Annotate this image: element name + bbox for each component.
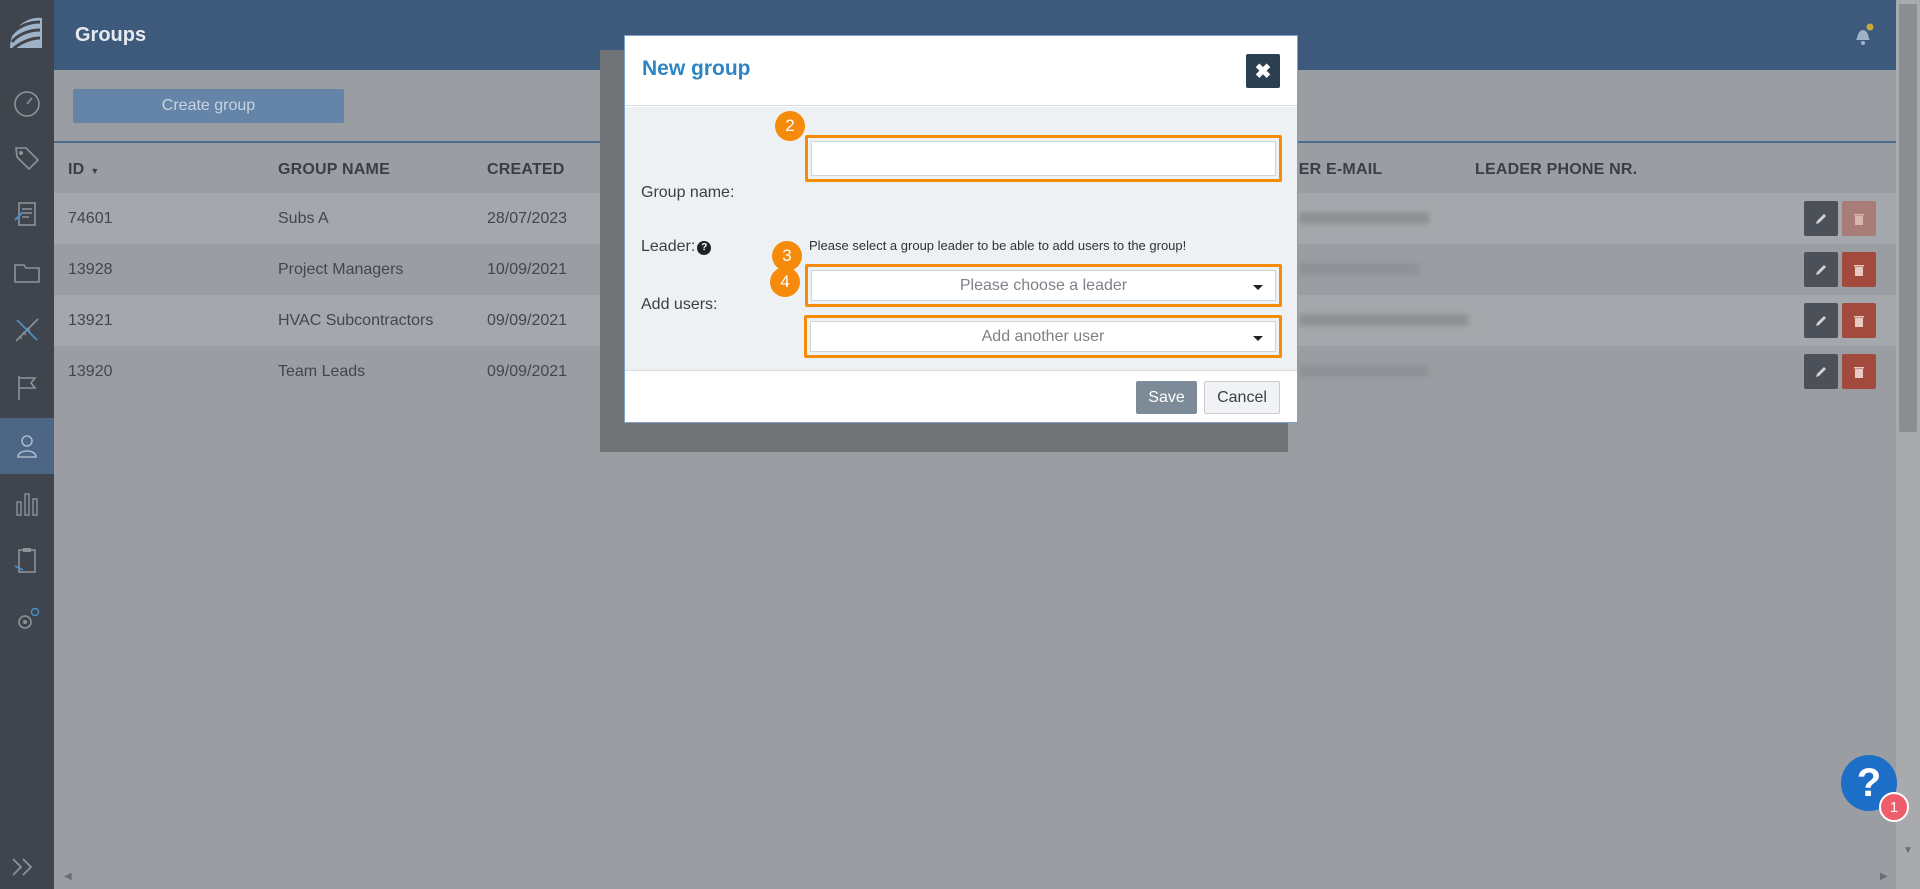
vertical-scrollbar-thumb[interactable] (1899, 4, 1917, 432)
column-header-created[interactable]: CREATED (487, 161, 565, 179)
row-id: 74601 (68, 210, 113, 227)
step-marker: 4 (770, 267, 800, 297)
add-users-label: Add users: (641, 296, 718, 313)
sidebar-item-dashboard[interactable] (0, 76, 54, 132)
column-header-id[interactable]: ID ▼ (68, 161, 100, 179)
user-icon (17, 435, 37, 458)
row-name: Subs A (278, 210, 329, 227)
notification-bell-icon[interactable] (1850, 22, 1876, 48)
leader-select[interactable]: Please choose a leader (811, 270, 1276, 301)
leader-label: Leader:? (641, 238, 712, 256)
row-email-redacted (1299, 314, 1469, 326)
dialog-header: New group ✖ (625, 36, 1297, 106)
trash-icon (1854, 366, 1864, 378)
leader-hint: Please select a group leader to be able … (809, 238, 1187, 253)
group-name-label: Group name: (641, 184, 735, 201)
sidebar-item-folders[interactable] (0, 244, 54, 300)
ruler-pencil-icon (15, 318, 39, 342)
row-id: 13921 (68, 312, 113, 329)
app-logo-icon[interactable] (4, 12, 46, 56)
notification-count-badge: 1 (1879, 792, 1909, 822)
edit-button[interactable] (1804, 252, 1838, 287)
pencil-icon (1816, 264, 1826, 275)
bar-chart-icon (16, 493, 38, 516)
add-users-select-highlight: Add another user (804, 315, 1282, 358)
dialog-title: New group (642, 57, 751, 80)
page-title: Groups (75, 24, 147, 46)
step-marker: 2 (775, 111, 805, 141)
edit-button[interactable] (1804, 303, 1838, 338)
chevron-down-icon (1253, 336, 1263, 341)
row-created: 10/09/2021 (487, 261, 568, 278)
document-icon (14, 202, 36, 226)
sidebar-item-documents[interactable] (0, 186, 54, 242)
new-group-dialog: New group ✖ Group name: 2 Leader:? Pleas… (624, 35, 1298, 423)
chevron-down-icon (1253, 285, 1263, 290)
sidebar-item-groups[interactable] (0, 418, 54, 474)
expand-sidebar-icon[interactable] (8, 852, 38, 882)
vertical-scrollbar[interactable]: ▼ (1896, 0, 1920, 889)
trash-icon (1854, 213, 1864, 225)
close-icon[interactable]: ✖ (1246, 54, 1280, 88)
leader-select-placeholder: Please choose a leader (959, 276, 1128, 294)
column-header-leader-phone[interactable]: LEADER PHONE NR. (1475, 161, 1637, 179)
row-name: Project Managers (278, 261, 404, 278)
gauge-icon (14, 91, 40, 117)
row-name: HVAC Subcontractors (278, 312, 434, 329)
pencil-icon (1816, 366, 1826, 377)
dialog-body: Group name: 2 Leader:? Please select a g… (625, 107, 1297, 371)
trash-icon (1854, 264, 1864, 276)
column-header-group-name[interactable]: GROUP NAME (278, 161, 390, 179)
group-name-input[interactable] (811, 141, 1276, 176)
cancel-button[interactable]: Cancel (1204, 381, 1280, 414)
edit-button[interactable] (1804, 354, 1838, 389)
scroll-down-arrow-icon[interactable]: ▼ (1903, 845, 1913, 856)
horizontal-scrollbar[interactable]: ◀ ▶ (56, 868, 1896, 886)
edit-button[interactable] (1804, 201, 1838, 236)
add-users-select-placeholder: Add another user (981, 327, 1105, 345)
trash-icon (1854, 315, 1864, 327)
pencil-icon (1816, 213, 1826, 224)
pencil-icon (1816, 315, 1826, 326)
row-created: 09/09/2021 (487, 363, 568, 380)
sidebar-item-reports[interactable] (0, 476, 54, 532)
delete-button[interactable] (1842, 252, 1876, 287)
add-users-select[interactable]: Add another user (810, 321, 1276, 352)
row-email-redacted (1299, 212, 1429, 224)
clipboard-icon (14, 548, 36, 573)
sidebar-item-checklists[interactable] (0, 532, 54, 588)
row-id: 13928 (68, 261, 113, 278)
leader-select-highlight: Please choose a leader (805, 264, 1282, 307)
sidebar-item-settings[interactable] (0, 592, 54, 648)
sidebar-item-tags[interactable] (0, 130, 54, 186)
row-created: 09/09/2021 (487, 312, 568, 329)
dialog-footer: Save Cancel (625, 372, 1297, 422)
gear-icon (18, 607, 40, 629)
sidebar (0, 0, 54, 889)
sidebar-item-tools[interactable] (0, 302, 54, 358)
row-email-redacted (1299, 365, 1429, 377)
delete-button[interactable] (1842, 201, 1876, 236)
scroll-left-arrow-icon[interactable]: ◀ (64, 871, 72, 882)
row-email-redacted (1299, 263, 1419, 275)
leader-help-icon[interactable]: ? (697, 241, 712, 255)
flag-icon (18, 376, 37, 400)
tag-icon (15, 147, 40, 171)
group-name-highlight (805, 135, 1282, 182)
sidebar-item-milestones[interactable] (0, 360, 54, 416)
folder-icon (14, 264, 40, 283)
delete-button[interactable] (1842, 354, 1876, 389)
create-group-button[interactable]: Create group (73, 89, 344, 123)
row-name: Team Leads (278, 363, 366, 380)
scroll-right-arrow-icon[interactable]: ▶ (1880, 871, 1888, 882)
sort-down-icon: ▼ (90, 166, 100, 176)
save-button[interactable]: Save (1136, 381, 1197, 414)
row-created: 28/07/2023 (487, 210, 568, 227)
row-id: 13920 (68, 363, 113, 380)
column-header-leader-email[interactable]: DER E-MAIL (1287, 161, 1382, 179)
delete-button[interactable] (1842, 303, 1876, 338)
